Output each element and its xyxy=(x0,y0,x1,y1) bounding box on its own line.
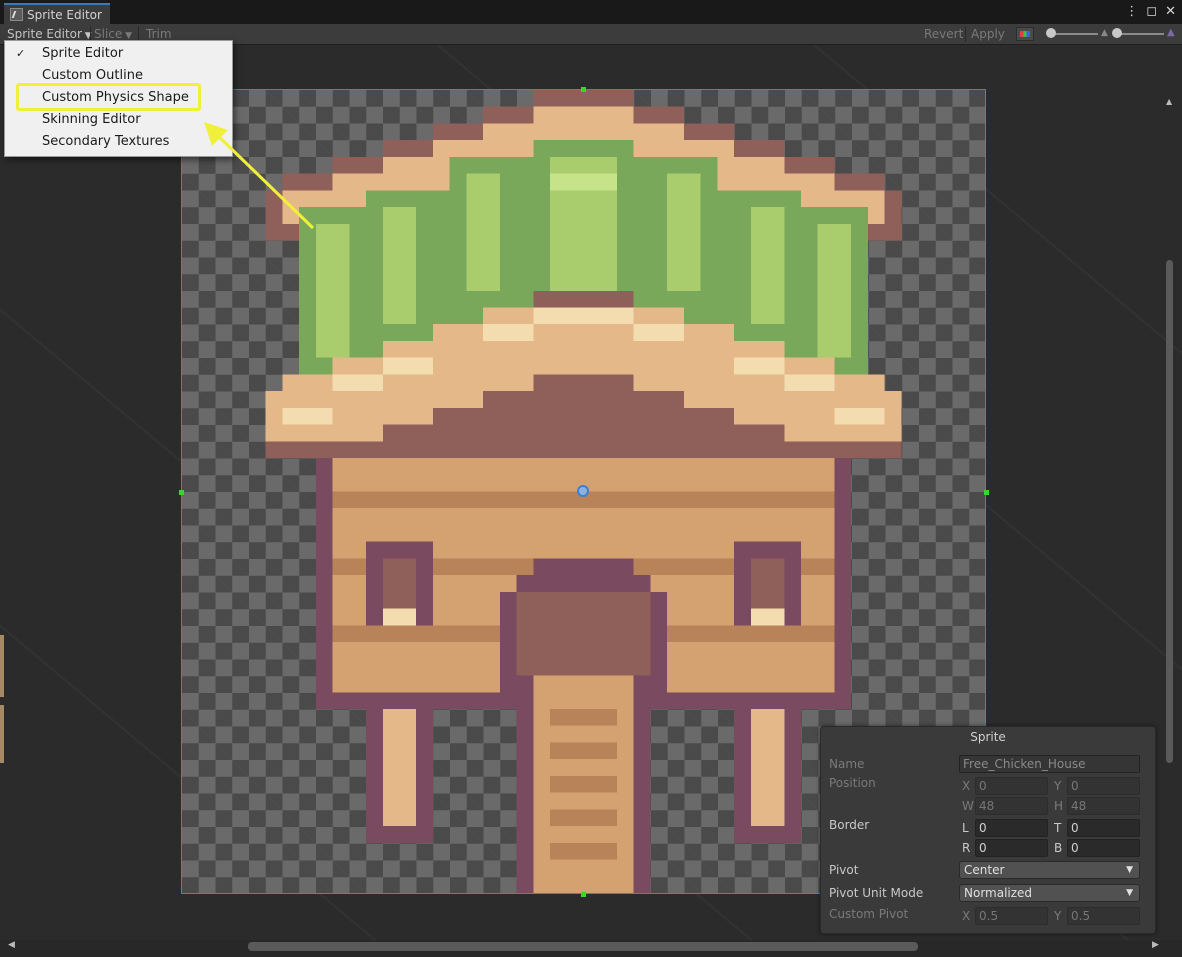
scroll-left-icon[interactable]: ◀ xyxy=(8,940,15,950)
menu-item-secondary-textures[interactable]: Secondary Textures xyxy=(5,131,232,153)
custom-pivot-x-field[interactable]: 0.5 xyxy=(975,907,1048,925)
apply-button[interactable]: Apply xyxy=(971,24,1005,44)
panel-edge xyxy=(0,705,4,763)
revert-button[interactable]: Revert xyxy=(924,24,963,44)
scroll-right-icon[interactable]: ▶ xyxy=(1152,940,1159,950)
scroll-up-icon[interactable]: ▲ xyxy=(1166,97,1172,106)
bottom-handle[interactable] xyxy=(581,892,586,897)
window-title: Sprite Editor xyxy=(27,7,102,22)
menu-item-sprite-editor[interactable]: ✓ Sprite Editor xyxy=(5,43,232,65)
r-label: R xyxy=(962,841,971,855)
b-label: B xyxy=(1054,841,1063,855)
mip-icon: ▲ xyxy=(1101,28,1108,38)
top-handle[interactable] xyxy=(581,87,586,92)
inspector-title: Sprite xyxy=(970,730,1006,744)
pivot-unit-select[interactable]: Normalized ▼ xyxy=(959,884,1140,902)
chevron-down-icon: ▼ xyxy=(1126,888,1133,898)
height-field[interactable]: 48 xyxy=(1067,797,1140,815)
border-right-field[interactable]: 0 xyxy=(975,839,1048,857)
mip-max-icon: ▲ xyxy=(1167,27,1175,38)
sprite-inspector: Sprite Name Free_Chicken_House Position … xyxy=(820,726,1156,934)
left-handle[interactable] xyxy=(179,490,184,495)
slice-label: Slice xyxy=(94,27,123,41)
l-label: L xyxy=(962,821,969,835)
w-label: W xyxy=(962,799,974,813)
t-label: T xyxy=(1054,821,1062,835)
h-label: H xyxy=(1054,799,1064,813)
custom-pivot-y-field[interactable]: 0.5 xyxy=(1067,907,1140,925)
custom-pivot-y-label: Y xyxy=(1054,909,1062,923)
pivot-select-value: Center xyxy=(964,863,1005,877)
pivot-label: Pivot xyxy=(829,863,859,877)
window-tab[interactable]: Sprite Editor xyxy=(4,3,110,24)
vertical-scrollbar[interactable] xyxy=(1166,260,1173,763)
border-bottom-field[interactable]: 0 xyxy=(1067,839,1140,857)
zoom-slider-track[interactable] xyxy=(1050,33,1098,35)
position-x-field[interactable]: 0 xyxy=(975,777,1048,795)
border-top-field[interactable]: 0 xyxy=(1067,819,1140,837)
menu-item-label: Sprite Editor xyxy=(42,46,124,61)
menu-item-label: Skinning Editor xyxy=(42,112,141,127)
name-field[interactable]: Free_Chicken_House xyxy=(959,755,1140,773)
y-label: Y xyxy=(1054,779,1062,793)
pivot-unit-select-value: Normalized xyxy=(964,886,1033,900)
pivot-select[interactable]: Center ▼ xyxy=(959,861,1140,879)
position-label: Position xyxy=(829,776,876,790)
menu-item-skinning-editor[interactable]: Skinning Editor xyxy=(5,109,232,131)
window-titlebar: Sprite Editor ⋮ ◻ ✕ xyxy=(0,0,1182,24)
highlight-box xyxy=(16,83,201,111)
annotation-arrow-icon xyxy=(204,122,315,230)
zoom-slider-knob[interactable] xyxy=(1046,28,1056,38)
custom-pivot-label: Custom Pivot xyxy=(829,907,909,921)
border-label: Border xyxy=(829,818,870,832)
border-left-field[interactable]: 0 xyxy=(975,819,1048,837)
kebab-icon[interactable]: ⋮ xyxy=(1125,4,1138,19)
mip-slider-knob[interactable] xyxy=(1112,28,1122,38)
x-label: X xyxy=(962,779,971,793)
right-handle[interactable] xyxy=(984,490,989,495)
maximize-icon[interactable]: ◻ xyxy=(1146,4,1157,19)
chevron-down-icon: ▼ xyxy=(1126,865,1133,875)
window-buttons: ⋮ ◻ ✕ xyxy=(1125,4,1176,19)
custom-pivot-x-label: X xyxy=(962,909,971,923)
close-icon[interactable]: ✕ xyxy=(1165,4,1176,19)
sprite-editor-icon xyxy=(10,8,23,21)
name-label: Name xyxy=(829,757,865,771)
color-channel-icon[interactable] xyxy=(1016,27,1034,41)
width-field[interactable]: 48 xyxy=(975,797,1048,815)
pivot-unit-label: Pivot Unit Mode xyxy=(829,886,924,900)
panel-edge xyxy=(0,635,4,697)
mode-dropdown-label: Sprite Editor xyxy=(7,27,82,41)
pivot-handle[interactable] xyxy=(577,485,589,497)
check-icon: ✓ xyxy=(16,47,26,60)
horizontal-scrollbar[interactable] xyxy=(248,942,918,951)
position-y-field[interactable]: 0 xyxy=(1067,777,1140,795)
toolbar-divider xyxy=(965,26,966,42)
menu-item-label: Secondary Textures xyxy=(42,134,170,149)
